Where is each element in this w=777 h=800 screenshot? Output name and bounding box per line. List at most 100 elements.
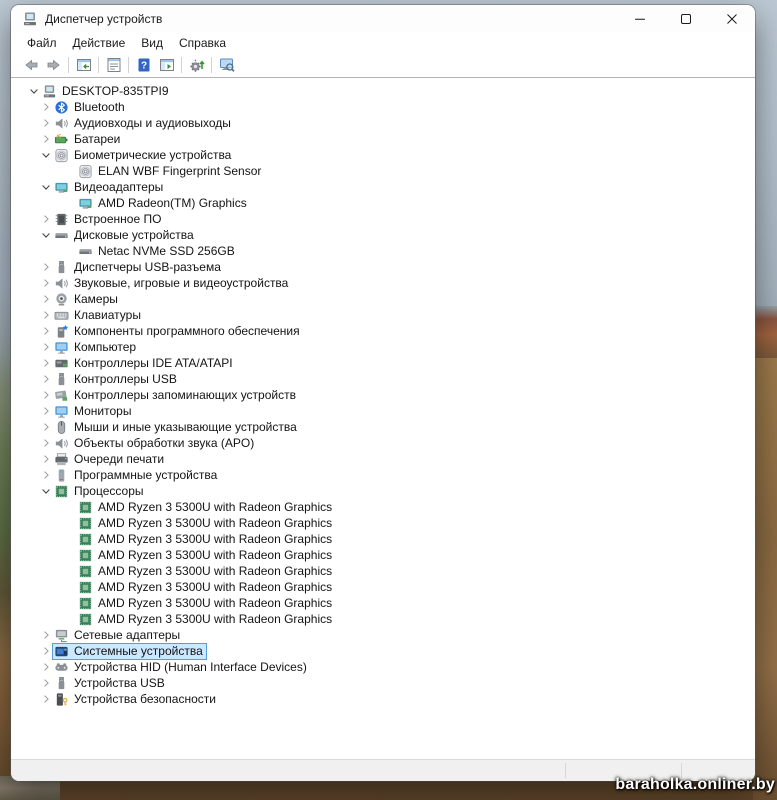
- tree-item[interactable]: Контроллеры USB: [11, 371, 755, 387]
- scan-hardware-changes-button[interactable]: [215, 55, 238, 75]
- chevron-expanded-icon[interactable]: [39, 485, 52, 498]
- chevron-collapsed-icon[interactable]: [39, 453, 52, 466]
- tree-item[interactable]: AMD Ryzen 3 5300U with Radeon Graphics: [11, 515, 755, 531]
- tree-item[interactable]: Bluetooth: [11, 99, 755, 115]
- tree-item[interactable]: Батареи: [11, 131, 755, 147]
- chevron-collapsed-icon[interactable]: [39, 629, 52, 642]
- chevron-collapsed-icon[interactable]: [39, 437, 52, 450]
- tree-item[interactable]: ELAN WBF Fingerprint Sensor: [11, 163, 755, 179]
- tree-item-content: AMD Ryzen 3 5300U with Radeon Graphics: [76, 579, 336, 596]
- tree-item[interactable]: Диспетчеры USB-разъема: [11, 259, 755, 275]
- forward-button[interactable]: [42, 55, 65, 75]
- tree-item[interactable]: Аудиовходы и аудиовыходы: [11, 115, 755, 131]
- chevron-collapsed-icon[interactable]: [39, 293, 52, 306]
- chevron-placeholder: [63, 165, 76, 178]
- tree-item-label: AMD Ryzen 3 5300U with Radeon Graphics: [98, 515, 333, 530]
- tree-item-content: AMD Radeon(TM) Graphics: [76, 195, 251, 212]
- tree-item[interactable]: AMD Ryzen 3 5300U with Radeon Graphics: [11, 595, 755, 611]
- tree-item-label: Диспетчеры USB-разъема: [74, 259, 221, 274]
- menu-item-file[interactable]: Файл: [19, 34, 65, 52]
- chevron-collapsed-icon[interactable]: [39, 341, 52, 354]
- tree-item[interactable]: Мыши и иные указывающие устройства: [11, 419, 755, 435]
- tree-item[interactable]: AMD Ryzen 3 5300U with Radeon Graphics: [11, 531, 755, 547]
- title-bar[interactable]: Диспетчер устройств: [11, 5, 755, 32]
- tree-item[interactable]: Клавиатуры: [11, 307, 755, 323]
- device-tree: DESKTOP-835TPI9 Bluetooth Аудиовходы и ауд…: [11, 83, 755, 707]
- chevron-collapsed-icon[interactable]: [39, 405, 52, 418]
- chevron-collapsed-icon[interactable]: [39, 469, 52, 482]
- chevron-collapsed-icon[interactable]: [39, 661, 52, 674]
- tree-item[interactable]: AMD Ryzen 3 5300U with Radeon Graphics: [11, 547, 755, 563]
- tree-item[interactable]: Видеоадаптеры: [11, 179, 755, 195]
- tree-item[interactable]: Программные устройства: [11, 467, 755, 483]
- tree-item[interactable]: Устройства USB: [11, 675, 755, 691]
- tree-item[interactable]: Netac NVMe SSD 256GB: [11, 243, 755, 259]
- tree-item[interactable]: AMD Ryzen 3 5300U with Radeon Graphics: [11, 499, 755, 515]
- chevron-collapsed-icon[interactable]: [39, 101, 52, 114]
- update-driver-button[interactable]: [185, 55, 208, 75]
- menu-item-action[interactable]: Действие: [65, 34, 134, 52]
- chevron-collapsed-icon[interactable]: [39, 693, 52, 706]
- chevron-collapsed-icon[interactable]: [39, 117, 52, 130]
- chevron-collapsed-icon[interactable]: [39, 309, 52, 322]
- chevron-collapsed-icon[interactable]: [39, 373, 52, 386]
- tree-item[interactable]: Контроллеры запоминающих устройств: [11, 387, 755, 403]
- tree-item[interactable]: Сетевые адаптеры: [11, 627, 755, 643]
- minimize-button[interactable]: [617, 5, 663, 32]
- maximize-button[interactable]: [663, 5, 709, 32]
- chevron-collapsed-icon[interactable]: [39, 261, 52, 274]
- tree-item[interactable]: Устройства безопасности: [11, 691, 755, 707]
- chevron-expanded-icon[interactable]: [39, 181, 52, 194]
- tree-item[interactable]: Мониторы: [11, 403, 755, 419]
- tree-item[interactable]: Очереди печати: [11, 451, 755, 467]
- back-button[interactable]: [19, 55, 42, 75]
- chevron-collapsed-icon[interactable]: [39, 677, 52, 690]
- chevron-collapsed-icon[interactable]: [39, 357, 52, 370]
- show-hide-console-tree-button[interactable]: [72, 55, 95, 75]
- tree-item[interactable]: Компоненты программного обеспечения: [11, 323, 755, 339]
- tree-item[interactable]: Контроллеры IDE ATA/ATAPI: [11, 355, 755, 371]
- tree-item[interactable]: Устройства HID (Human Interface Devices): [11, 659, 755, 675]
- tree-item-selected[interactable]: Системные устройства: [11, 642, 755, 660]
- tree-item-label: ELAN WBF Fingerprint Sensor: [98, 163, 262, 178]
- tree-item[interactable]: AMD Ryzen 3 5300U with Radeon Graphics: [11, 611, 755, 627]
- tree-item-content: Мыши и иные указывающие устройства: [52, 419, 301, 436]
- chevron-expanded-icon[interactable]: [39, 149, 52, 162]
- help-button[interactable]: ?: [132, 55, 155, 75]
- tree-item[interactable]: AMD Ryzen 3 5300U with Radeon Graphics: [11, 563, 755, 579]
- show-action-pane-icon: [159, 57, 175, 73]
- chevron-collapsed-icon[interactable]: [39, 421, 52, 434]
- chevron-collapsed-icon[interactable]: [39, 645, 52, 658]
- storage-icon: [54, 388, 69, 403]
- tree-item[interactable]: Процессоры: [11, 483, 755, 499]
- tree-item[interactable]: Дисковые устройства: [11, 227, 755, 243]
- menu-item-help[interactable]: Справка: [171, 34, 234, 52]
- chevron-placeholder: [63, 549, 76, 562]
- chevron-collapsed-icon[interactable]: [39, 213, 52, 226]
- usb-icon: [54, 260, 69, 275]
- show-action-pane-button[interactable]: [155, 55, 178, 75]
- chevron-collapsed-icon[interactable]: [39, 325, 52, 338]
- chevron-collapsed-icon[interactable]: [39, 277, 52, 290]
- tree-item[interactable]: Звуковые, игровые и видеоустройства: [11, 275, 755, 291]
- device-tree-pane[interactable]: DESKTOP-835TPI9 Bluetooth Аудиовходы и ауд…: [11, 78, 755, 759]
- battery-icon: [54, 132, 69, 147]
- tree-item[interactable]: DESKTOP-835TPI9: [11, 83, 755, 99]
- properties-button[interactable]: [102, 55, 125, 75]
- tree-item-label: Устройства USB: [74, 675, 165, 690]
- tree-item[interactable]: Встроенное ПО: [11, 211, 755, 227]
- chevron-expanded-icon[interactable]: [39, 229, 52, 242]
- chevron-expanded-icon[interactable]: [27, 85, 40, 98]
- menu-item-view[interactable]: Вид: [133, 34, 171, 52]
- tree-item[interactable]: AMD Ryzen 3 5300U with Radeon Graphics: [11, 579, 755, 595]
- chevron-collapsed-icon[interactable]: [39, 389, 52, 402]
- help-icon: ?: [136, 57, 152, 73]
- tree-item[interactable]: Камеры: [11, 291, 755, 307]
- tree-item[interactable]: AMD Radeon(TM) Graphics: [11, 195, 755, 211]
- tree-item-label: Программные устройства: [74, 467, 218, 482]
- tree-item[interactable]: Биометрические устройства: [11, 147, 755, 163]
- chevron-collapsed-icon[interactable]: [39, 133, 52, 146]
- close-button[interactable]: [709, 5, 755, 32]
- tree-item[interactable]: Объекты обработки звука (APO): [11, 435, 755, 451]
- tree-item[interactable]: Компьютер: [11, 339, 755, 355]
